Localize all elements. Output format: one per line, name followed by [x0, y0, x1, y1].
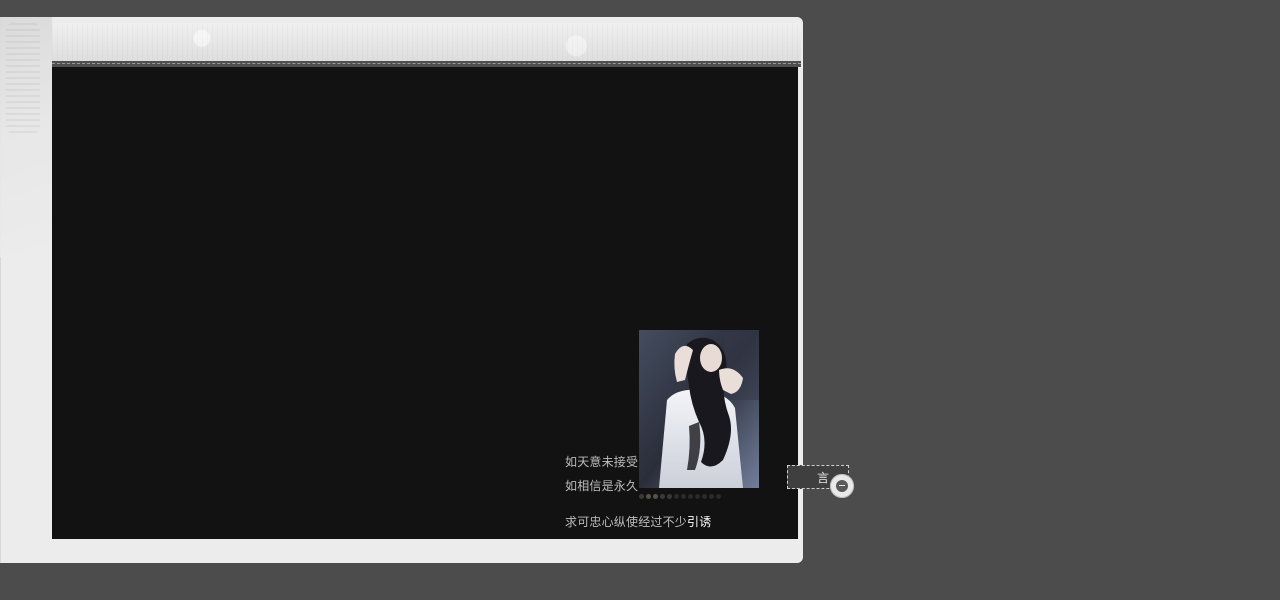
- slide-indicator-dot[interactable]: [702, 494, 707, 499]
- photo-slideshow-image[interactable]: [639, 330, 759, 488]
- slide-indicator-dot[interactable]: [653, 494, 658, 499]
- lyric-line-3: 求可忠心纵使经过不少引诱: [565, 513, 711, 530]
- slide-indicator-dot[interactable]: [639, 494, 644, 499]
- slide-indicator-dot[interactable]: [716, 494, 721, 499]
- slide-indicator-dot[interactable]: [695, 494, 700, 499]
- chat-button[interactable]: [830, 474, 854, 498]
- photo-illustration: [639, 330, 759, 488]
- slide-indicator-dot[interactable]: [709, 494, 714, 499]
- header-banner: [52, 23, 801, 61]
- lyric-line-2: 如相信是永久: [565, 479, 639, 493]
- slide-indicator-dot[interactable]: [688, 494, 693, 499]
- slide-indicator-dot[interactable]: [681, 494, 686, 499]
- frame-decoration: [0, 17, 52, 257]
- message-tab-label: 言: [816, 470, 829, 485]
- chat-bubble-icon: [836, 480, 848, 492]
- slide-indicator-dot[interactable]: [674, 494, 679, 499]
- lyric-highlight-text: 引诱: [687, 515, 712, 529]
- slide-indicator-dot[interactable]: [667, 494, 672, 499]
- slide-indicator-dot[interactable]: [660, 494, 665, 499]
- lyric-line-3-text: 求可忠心纵使经过不少: [565, 515, 688, 529]
- lyric-line-1: 如天意未接受: [565, 455, 639, 469]
- photo-indicators: [639, 494, 721, 499]
- slide-indicator-dot[interactable]: [646, 494, 651, 499]
- page-root: 如天意未接受 如相信是永久 求可忠心纵使经过不少引诱 言: [0, 0, 1280, 600]
